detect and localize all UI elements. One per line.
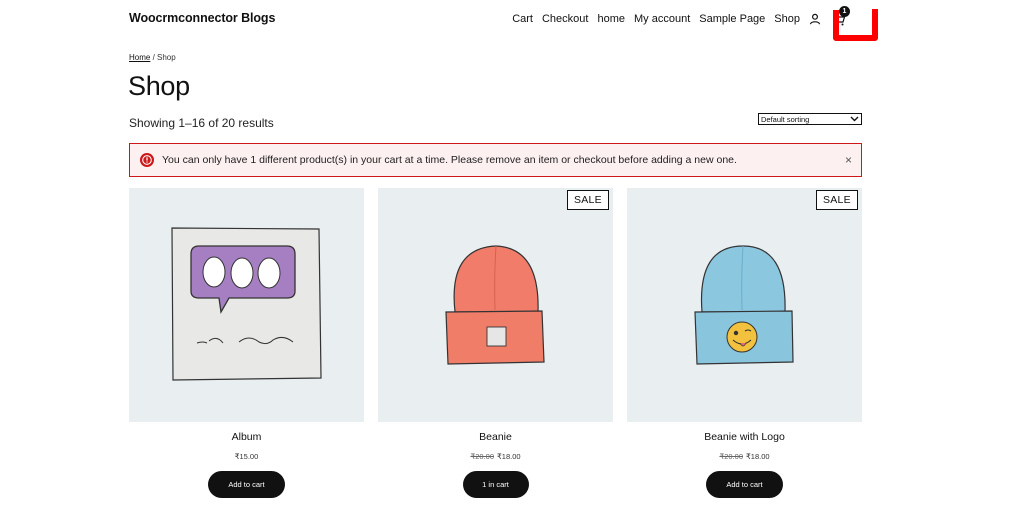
sale-price: ₹18.00	[746, 452, 770, 461]
product-image[interactable]: SALE	[378, 188, 613, 422]
error-notice: You can only have 1 different product(s)…	[129, 143, 862, 177]
breadcrumb-current: Shop	[157, 53, 176, 62]
product-card-beanie: SALE Beanie ₹20.00 ₹18.00 1 in cart	[378, 188, 613, 498]
nav-cart[interactable]: Cart	[512, 13, 533, 25]
add-to-cart-button[interactable]: Add to cart	[706, 471, 783, 498]
sorting-selected: Default sorting	[761, 114, 810, 124]
beanie-logo-illustration	[694, 245, 794, 365]
product-price: ₹20.00 ₹18.00	[378, 452, 613, 461]
page-title: Shop	[128, 71, 190, 101]
breadcrumb-separator: /	[150, 53, 158, 62]
site-title[interactable]: Woocrmconnector Blogs	[129, 11, 275, 25]
nav-sample-page[interactable]: Sample Page	[699, 13, 765, 25]
album-illustration	[171, 227, 322, 381]
close-icon[interactable]: ×	[845, 153, 852, 167]
in-cart-button[interactable]: 1 in cart	[462, 471, 529, 498]
sale-price: ₹18.00	[497, 452, 521, 461]
chevron-down-icon	[850, 116, 859, 122]
product-name[interactable]: Album	[129, 431, 364, 443]
main-navigation: Cart Checkout home My account Sample Pag…	[512, 6, 850, 26]
product-name[interactable]: Beanie with Logo	[627, 431, 862, 443]
result-count: Showing 1–16 of 20 results	[129, 116, 274, 130]
product-card-beanie-with-logo: SALE Beanie with Logo ₹20.00 ₹18.00 Add t…	[627, 188, 862, 498]
breadcrumb: Home / Shop	[129, 53, 176, 62]
regular-price: ₹20.00	[719, 452, 743, 461]
beanie-illustration	[445, 245, 545, 365]
notice-message: You can only have 1 different product(s)…	[162, 154, 737, 166]
current-price: ₹15.00	[234, 452, 259, 461]
product-image[interactable]: SALE	[627, 188, 862, 422]
product-image[interactable]	[129, 188, 364, 422]
nav-my-account[interactable]: My account	[634, 13, 690, 25]
regular-price: ₹20.00	[470, 452, 494, 461]
nav-home[interactable]: home	[597, 13, 625, 25]
product-card-album: Album ₹15.00 Add to cart	[129, 188, 364, 498]
sale-badge: SALE	[566, 190, 609, 210]
nav-shop[interactable]: Shop	[774, 13, 800, 25]
account-icon[interactable]	[809, 13, 821, 25]
product-price: ₹15.00	[129, 452, 364, 461]
error-icon	[140, 153, 154, 167]
nav-checkout[interactable]: Checkout	[542, 13, 588, 25]
sale-badge: SALE	[815, 190, 858, 210]
annotation-mark	[833, 9, 878, 41]
breadcrumb-home[interactable]: Home	[129, 53, 150, 62]
sorting-select[interactable]: Default sorting	[758, 113, 862, 125]
product-price: ₹20.00 ₹18.00	[627, 452, 862, 461]
product-name[interactable]: Beanie	[378, 431, 613, 443]
add-to-cart-button[interactable]: Add to cart	[208, 471, 285, 498]
